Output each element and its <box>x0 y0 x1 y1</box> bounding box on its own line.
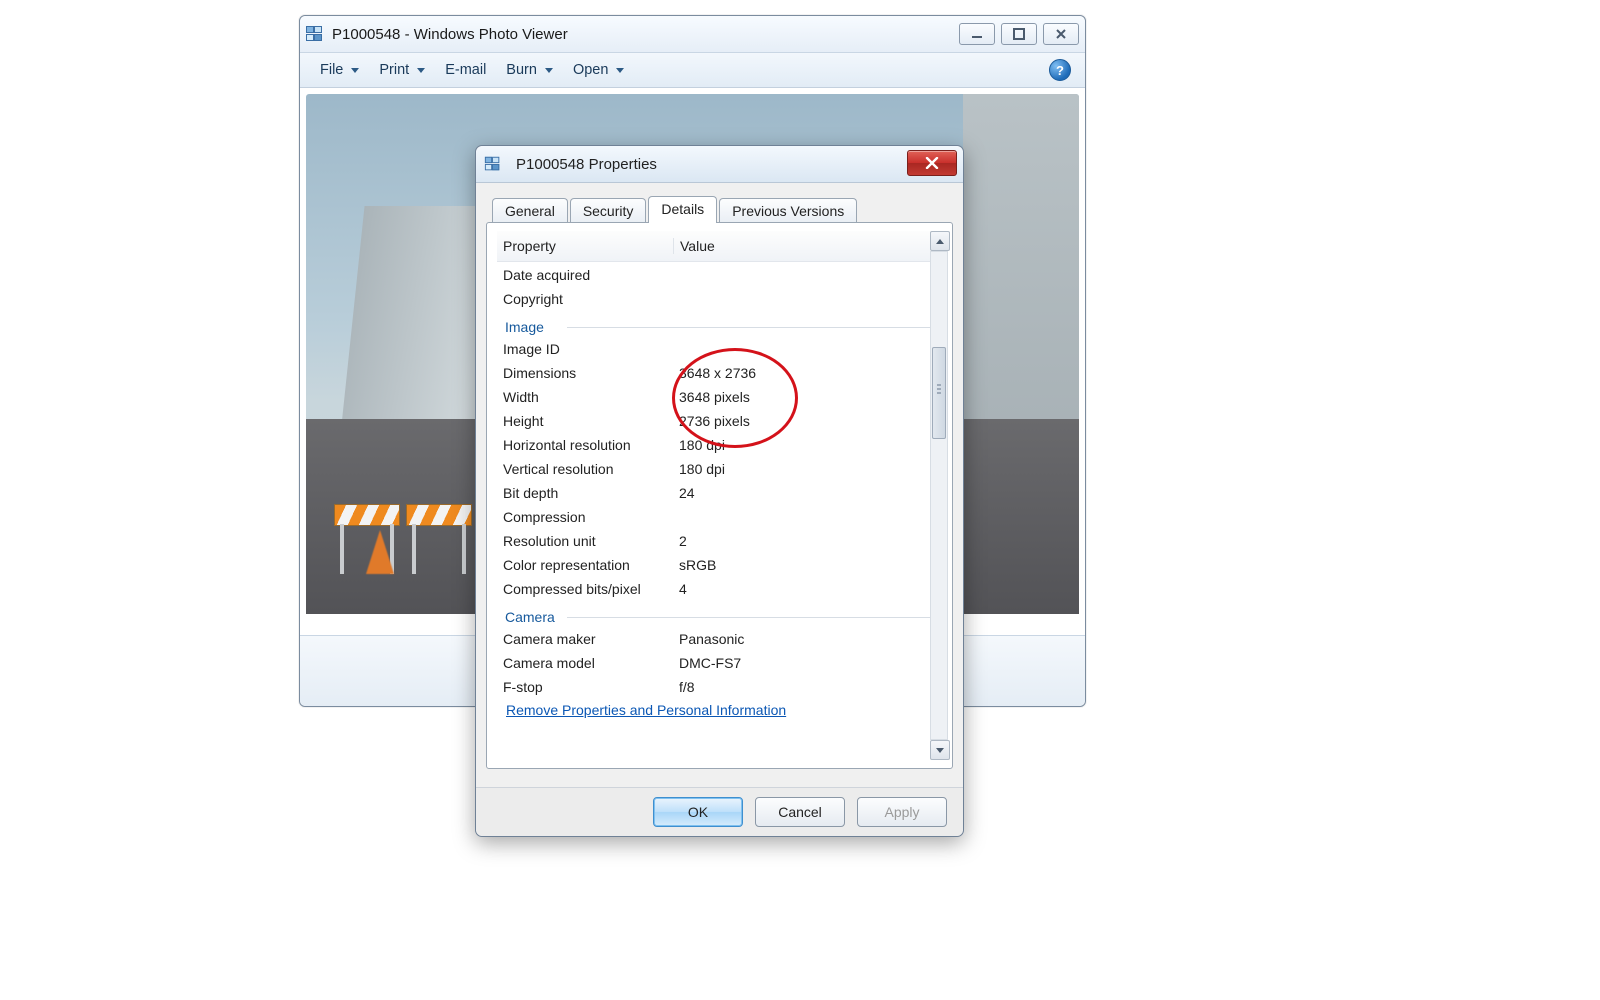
prop-dimensions: Dimensions <box>497 365 673 381</box>
tab-details[interactable]: Details <box>648 196 717 223</box>
chevron-down-icon <box>616 68 624 73</box>
minimize-button[interactable] <box>959 23 995 45</box>
dialog-button-row: OK Cancel Apply <box>476 787 963 836</box>
prop-image-id: Image ID <box>497 341 673 357</box>
chevron-down-icon <box>417 68 425 73</box>
chevron-down-icon <box>545 68 553 73</box>
prop-cammodel: Camera model <box>497 655 673 671</box>
cancel-button[interactable]: Cancel <box>755 797 845 827</box>
maximize-button[interactable] <box>1001 23 1037 45</box>
prop-compbpp: Compressed bits/pixel <box>497 581 673 597</box>
section-image: Image <box>497 311 930 337</box>
pv-window-title: P1000548 - Windows Photo Viewer <box>332 26 959 43</box>
val-dimensions: 3648 x 2736 <box>673 365 930 381</box>
prop-hres: Horizontal resolution <box>497 437 673 453</box>
tabstrip: General Security Details Previous Versio… <box>486 192 953 222</box>
grid-header: Property Value <box>497 231 930 262</box>
tab-security[interactable]: Security <box>570 198 647 223</box>
scroll-thumb[interactable] <box>932 347 946 439</box>
pv-menubar: File Print E-mail Burn Open ? <box>300 53 1085 88</box>
ok-button[interactable]: OK <box>653 797 743 827</box>
prop-cammaker: Camera maker <box>497 631 673 647</box>
menu-open[interactable]: Open <box>567 60 630 80</box>
file-icon <box>485 157 501 171</box>
prop-fstop: F-stop <box>497 679 673 695</box>
help-icon[interactable]: ? <box>1049 59 1071 81</box>
col-property[interactable]: Property <box>497 238 674 254</box>
scroll-track[interactable] <box>930 251 948 740</box>
photo-viewer-app-icon <box>306 26 324 42</box>
prop-vres: Vertical resolution <box>497 461 673 477</box>
menu-file[interactable]: File <box>314 60 365 80</box>
menu-burn[interactable]: Burn <box>500 60 559 80</box>
scroll-down-button[interactable] <box>930 740 950 760</box>
remove-properties-link[interactable]: Remove Properties and Personal Informati… <box>506 702 786 718</box>
vertical-scrollbar[interactable] <box>930 231 948 760</box>
scroll-up-button[interactable] <box>930 231 950 251</box>
pv-titlebar[interactable]: P1000548 - Windows Photo Viewer <box>300 16 1085 53</box>
chevron-down-icon <box>351 68 359 73</box>
details-tabpanel: Property Value Date acquired Copyright I… <box>486 222 953 769</box>
prop-date-acquired: Date acquired <box>497 267 673 283</box>
dlg-close-button[interactable] <box>907 150 957 176</box>
val-width: 3648 pixels <box>673 389 930 405</box>
prop-resunit: Resolution unit <box>497 533 673 549</box>
tab-previous-versions[interactable]: Previous Versions <box>719 198 857 223</box>
col-value[interactable]: Value <box>674 238 930 254</box>
tab-general[interactable]: General <box>492 198 568 223</box>
prop-bitdepth: Bit depth <box>497 485 673 501</box>
close-icon <box>925 157 939 169</box>
prop-width: Width <box>497 389 673 405</box>
prop-colorrep: Color representation <box>497 557 673 573</box>
dlg-title: P1000548 Properties <box>516 156 657 173</box>
prop-height: Height <box>497 413 673 429</box>
close-button[interactable] <box>1043 23 1079 45</box>
prop-compression: Compression <box>497 509 673 525</box>
properties-dialog: P1000548 Properties General Security Det… <box>475 145 964 837</box>
menu-email[interactable]: E-mail <box>439 60 492 80</box>
property-rows: Date acquired Copyright Image Image ID D… <box>497 263 930 758</box>
prop-copyright: Copyright <box>497 291 673 307</box>
apply-button[interactable]: Apply <box>857 797 947 827</box>
dlg-titlebar[interactable]: P1000548 Properties <box>476 146 963 183</box>
val-height: 2736 pixels <box>673 413 930 429</box>
menu-print[interactable]: Print <box>373 60 431 80</box>
section-camera: Camera <box>497 601 930 627</box>
